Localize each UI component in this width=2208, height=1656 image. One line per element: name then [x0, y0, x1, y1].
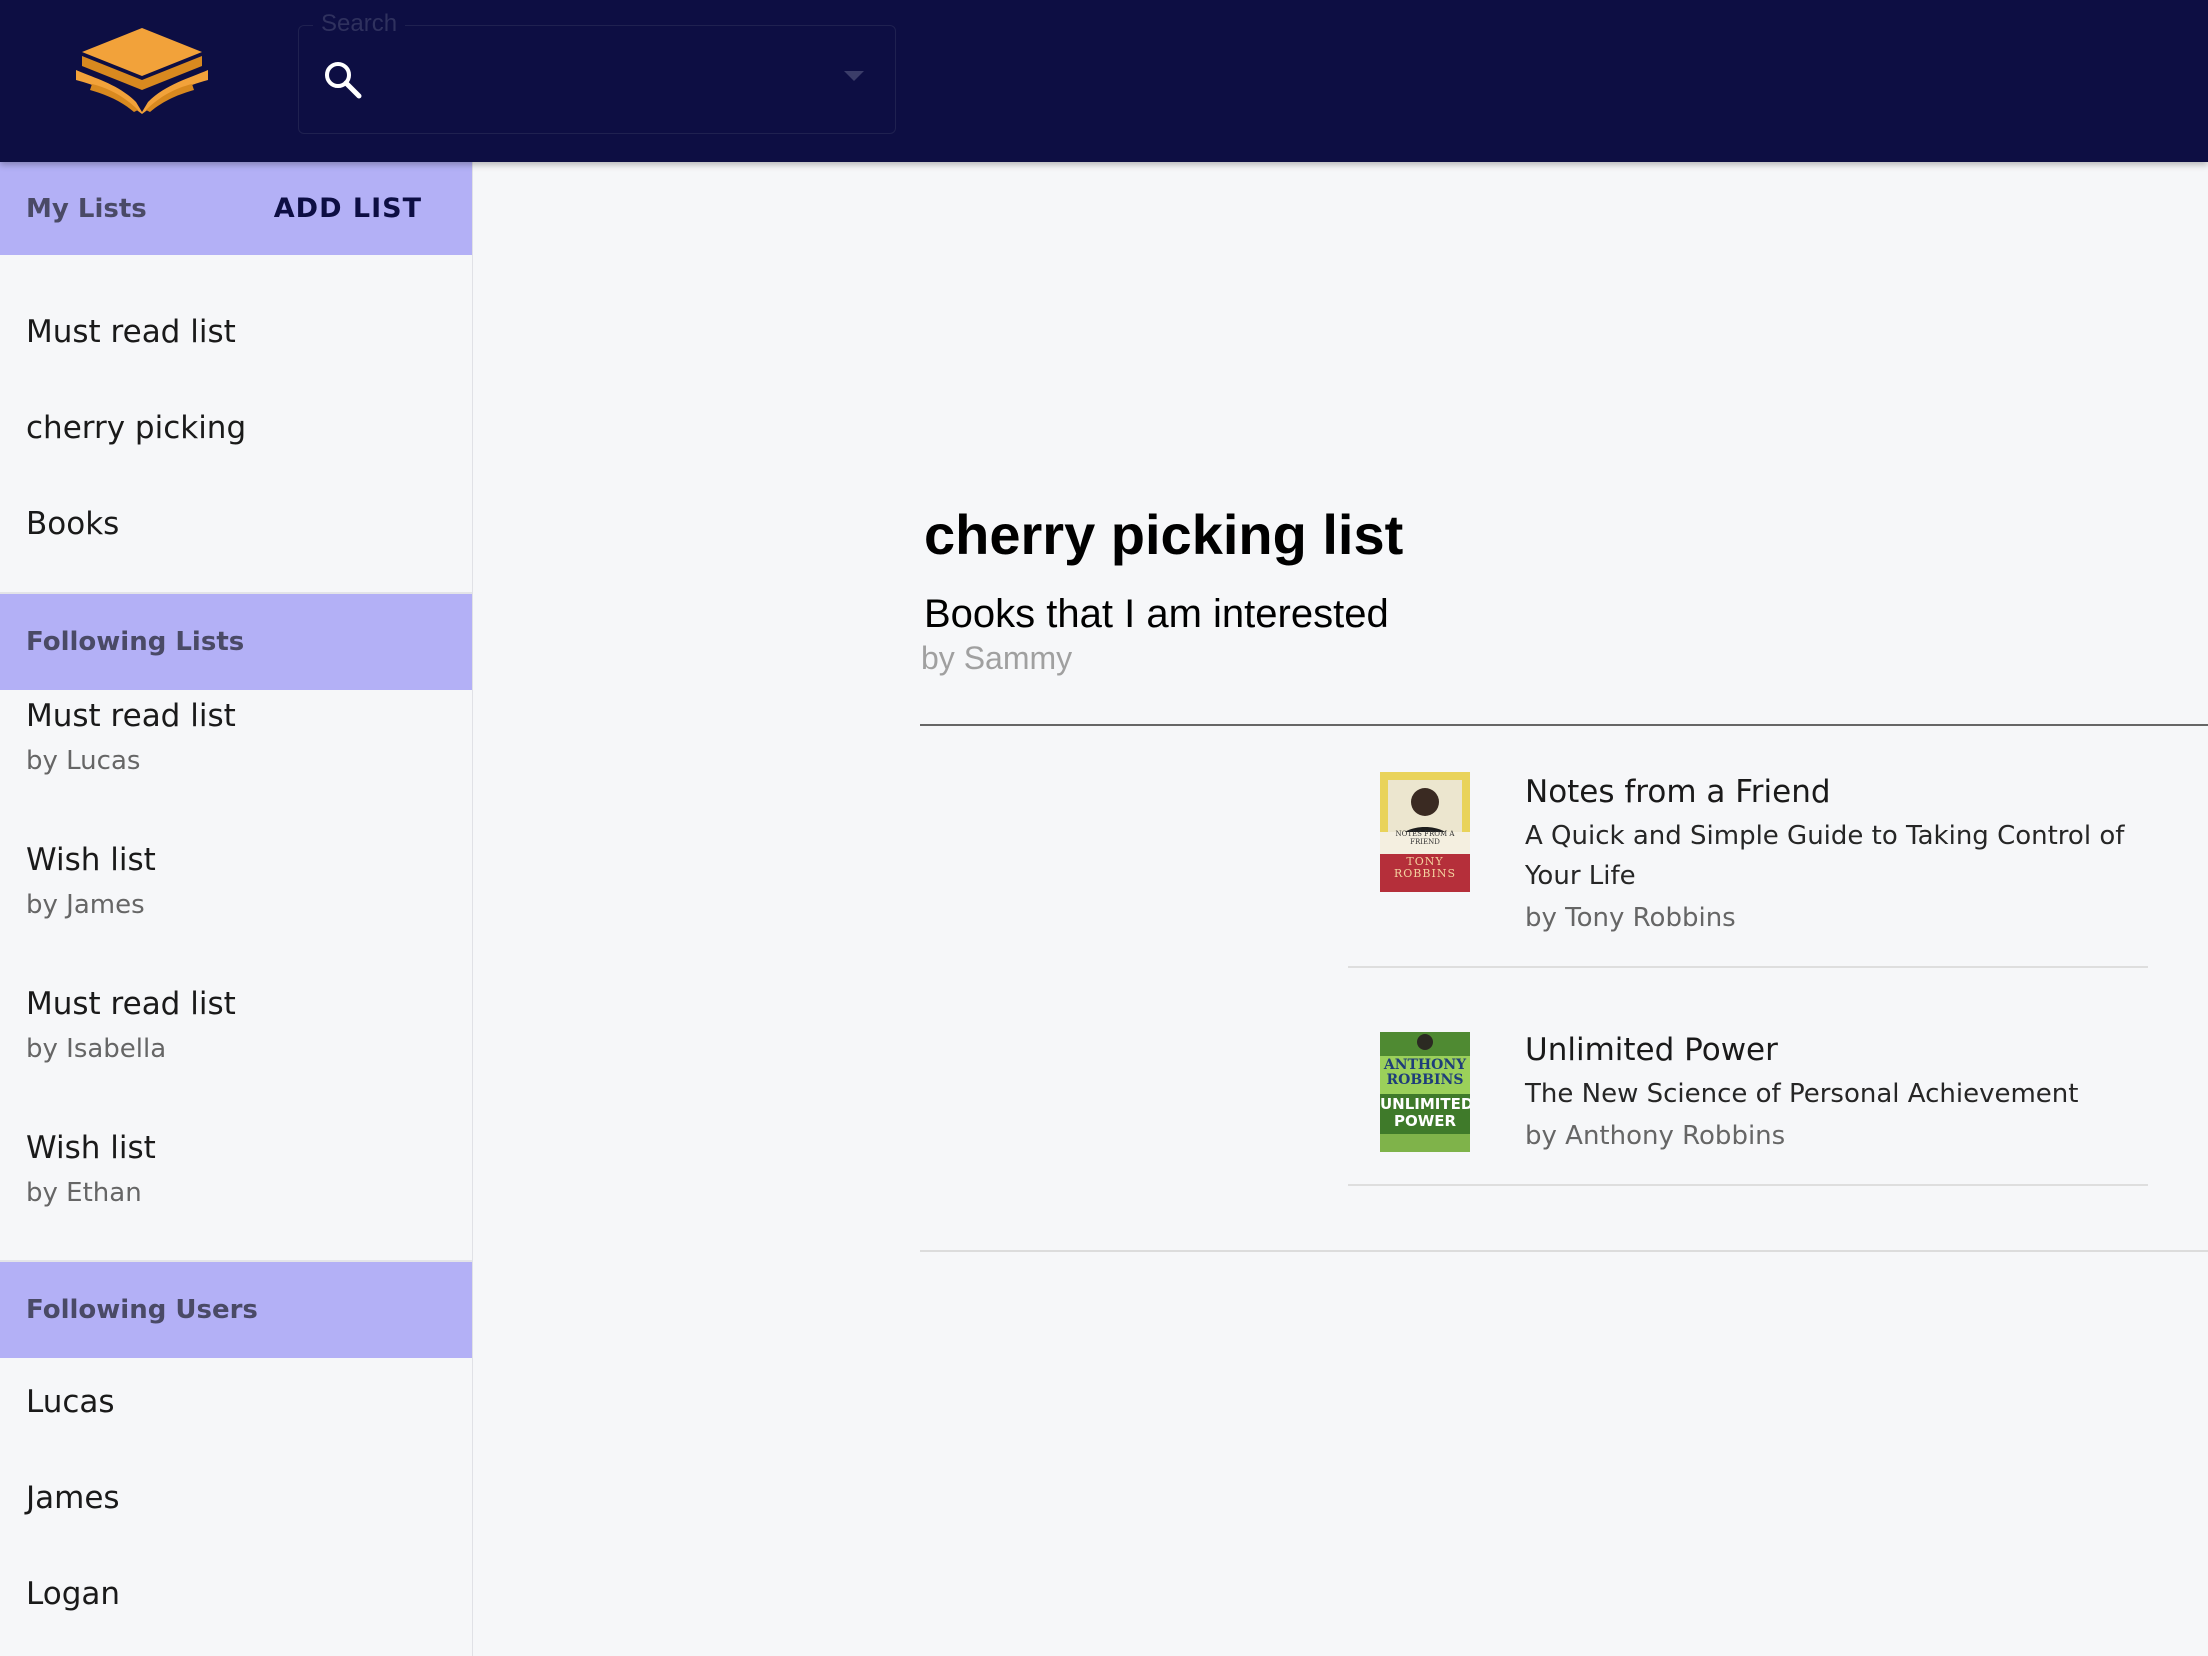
following-users-header: Following Users — [0, 1262, 472, 1358]
book-stack-logo-icon[interactable] — [74, 26, 210, 114]
book-info: Notes from a Friend A Quick and Simple G… — [1525, 772, 2125, 936]
sidebar-item-cherry-picking[interactable]: cherry picking — [26, 410, 246, 446]
following-lists-header: Following Lists — [0, 594, 472, 690]
following-user-item[interactable]: Logan — [26, 1576, 120, 1612]
following-list-item[interactable]: Wish list by Ethan — [26, 1130, 156, 1208]
book-cover-image[interactable]: ANTHONY ROBBINS UNLIMITED POWER — [1380, 1032, 1470, 1152]
book-cover-image[interactable]: NOTES FROM A FRIEND TONY ROBBINS — [1380, 772, 1470, 892]
list-owner: by Ethan — [26, 1178, 142, 1208]
list-owner: by Isabella — [26, 1034, 167, 1064]
app-header: Search — [0, 0, 2208, 162]
cover-text: ANTHONY ROBBINS — [1383, 1057, 1467, 1088]
book-author: by Tony Robbins — [1525, 903, 1736, 933]
sidebar-item-books[interactable]: Books — [26, 506, 119, 542]
following-list-item[interactable]: Wish list by James — [26, 842, 156, 920]
following-user-item[interactable]: James — [26, 1480, 120, 1516]
book-author: by Anthony Robbins — [1525, 1121, 1786, 1151]
caret-down-icon[interactable] — [844, 71, 864, 81]
book-subtitle: The New Science of Personal Achievement — [1525, 1079, 2079, 1109]
list-owner: by James — [26, 890, 145, 920]
cover-text: TONY ROBBINS — [1394, 855, 1456, 880]
list-description: Books that I am interested — [924, 592, 1389, 636]
sidebar: My Lists ADD LIST Must read list cherry … — [0, 162, 473, 1656]
my-lists-header: My Lists ADD LIST — [0, 162, 472, 255]
book-title[interactable]: Unlimited Power — [1525, 1030, 2125, 1070]
book-subtitle: A Quick and Simple Guide to Taking Contr… — [1525, 821, 2125, 891]
main-content: cherry picking list Books that I am inte… — [474, 162, 2208, 1656]
book-separator — [1348, 966, 2148, 968]
following-list-item[interactable]: Must read list by Isabella — [26, 986, 236, 1064]
list-owner: by Sammy — [921, 640, 1073, 676]
list-name: Must read list — [26, 986, 236, 1022]
search-label: Search — [313, 10, 406, 38]
my-lists-heading: My Lists — [26, 193, 147, 224]
list-title: cherry picking list — [924, 503, 1404, 566]
user-name: Logan — [26, 1576, 121, 1612]
following-list-item[interactable]: Must read list by Lucas — [26, 698, 236, 776]
cover-text: NOTES FROM A FRIEND — [1395, 830, 1455, 846]
following-lists-heading: Following Lists — [26, 627, 245, 657]
search-field[interactable]: Search — [298, 10, 896, 134]
content-divider — [920, 1250, 2208, 1252]
list-name: Wish list — [26, 842, 156, 878]
user-name: Lucas — [26, 1384, 115, 1420]
search-input[interactable] — [379, 54, 819, 106]
book-info: Unlimited Power The New Science of Perso… — [1525, 1030, 2125, 1154]
list-name: Wish list — [26, 1130, 156, 1166]
following-user-item[interactable]: Lucas — [26, 1384, 115, 1420]
list-name: Must read list — [26, 698, 236, 734]
add-list-button[interactable]: ADD LIST — [274, 162, 422, 255]
sidebar-item-label: Books — [26, 506, 120, 542]
sidebar-item-label: Must read list — [26, 314, 236, 350]
cover-text: UNLIMITED POWER — [1380, 1095, 1470, 1130]
sidebar-item-must-read-list[interactable]: Must read list — [26, 314, 236, 350]
sidebar-item-label: cherry picking — [26, 410, 247, 446]
search-icon[interactable] — [321, 58, 365, 102]
book-title[interactable]: Notes from a Friend — [1525, 772, 2125, 812]
user-name: James — [26, 1480, 120, 1516]
following-users-heading: Following Users — [26, 1295, 258, 1325]
content-divider — [920, 724, 2208, 726]
book-separator — [1348, 1184, 2148, 1186]
list-owner: by Lucas — [26, 746, 141, 776]
